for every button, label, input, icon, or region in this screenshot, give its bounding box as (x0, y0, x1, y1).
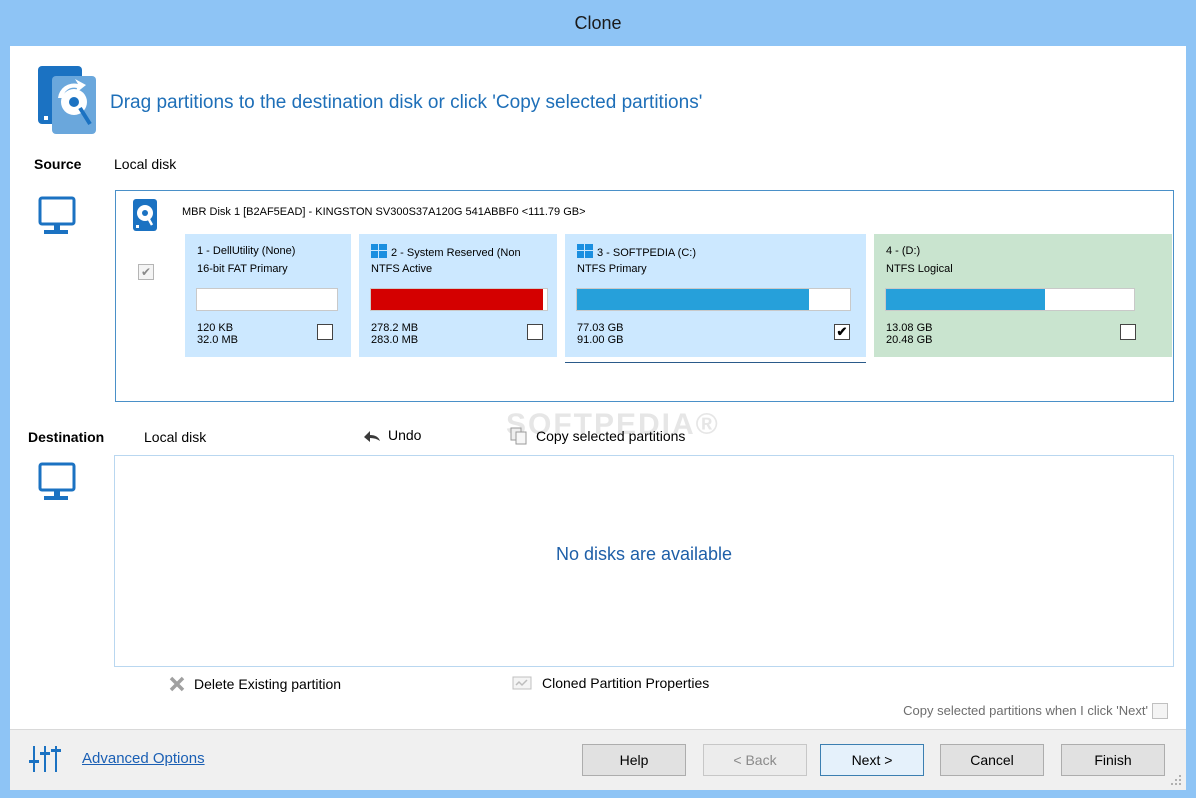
back-button[interactable]: < Back (703, 744, 807, 776)
partition-filesystem: 16-bit FAT Primary (197, 263, 288, 275)
computer-icon (38, 462, 76, 500)
delete-icon (169, 676, 185, 692)
partition-used-size: 77.03 GB (577, 322, 624, 334)
undo-icon (364, 431, 380, 442)
partition-usage-fill (577, 289, 810, 310)
windows-icon (577, 244, 593, 258)
undo-label: Undo (388, 427, 422, 443)
partition-used-size: 13.08 GB (886, 322, 933, 334)
partition-total-size: 283.0 MB (371, 334, 419, 346)
destination-type: Local disk (144, 429, 207, 445)
copy-on-next-checkbox[interactable] (1152, 703, 1168, 719)
partition-name: 1 - DellUtility (None) (197, 245, 296, 257)
properties-icon (512, 676, 532, 690)
computer-icon (38, 196, 76, 234)
delete-existing-label: Delete Existing partition (194, 676, 342, 692)
no-disks-message: No disks are available (555, 544, 733, 564)
partition-name: 3 - SOFTPEDIA (C:) (597, 247, 697, 259)
partition-total-size: 20.48 GB (886, 334, 933, 346)
partition-card[interactable]: 3 - SOFTPEDIA (C:) NTFS Primary 77.03 GB… (565, 234, 866, 357)
copy-selected-label: Copy selected partitions (536, 428, 686, 444)
partition-select-checkbox[interactable] (317, 324, 333, 340)
partition-total-size: 32.0 MB (197, 334, 238, 346)
partition-select-checkbox[interactable]: ✔ (834, 324, 850, 340)
partition-usage-bar (196, 288, 338, 311)
partition-card[interactable]: 2 - System Reserved (Non NTFS Active 278… (359, 234, 557, 357)
partition-used-size: 278.2 MB (371, 322, 419, 334)
undo-button[interactable]: Undo (362, 427, 421, 443)
partition-filesystem: NTFS Active (371, 263, 433, 275)
partition-total-size: 91.00 GB (577, 334, 624, 346)
advanced-options-link[interactable]: Advanced Options (82, 750, 205, 767)
partition-usage-bar (370, 288, 548, 311)
next-button[interactable]: Next > (820, 744, 924, 776)
copy-icon (510, 427, 527, 445)
partition-usage-bar (576, 288, 851, 311)
partition-card[interactable]: 4 - (D:) NTFS Logical 13.08 GB 20.48 GB (874, 234, 1172, 357)
select-disk-checkbox[interactable]: ✔ (138, 264, 154, 280)
destination-label: Destination (28, 429, 105, 445)
windows-icon (371, 244, 387, 258)
clone-disk-icon (38, 66, 96, 134)
partition-usage-bar (885, 288, 1135, 311)
sliders-icon (29, 746, 61, 772)
help-button[interactable]: Help (582, 744, 686, 776)
finish-button[interactable]: Finish (1061, 744, 1165, 776)
copy-selected-partitions-button[interactable]: Copy selected partitions (510, 427, 685, 445)
resize-grip-icon[interactable] (1170, 774, 1182, 786)
partition-filesystem: NTFS Primary (577, 263, 647, 275)
cancel-button[interactable]: Cancel (940, 744, 1044, 776)
partition-usage-fill (886, 289, 1045, 310)
copy-on-next-label: Copy selected partitions when I click 'N… (903, 703, 1148, 718)
cloned-partition-properties-button[interactable]: Cloned Partition Properties (512, 675, 709, 691)
partition-name: 4 - (D:) (886, 245, 921, 257)
source-type: Local disk (114, 156, 177, 172)
partition-used-size: 120 KB (197, 322, 234, 334)
disk-title: MBR Disk 1 [B2AF5EAD] - KINGSTON SV300S3… (182, 206, 586, 218)
partition-card[interactable]: 1 - DellUtility (None) 16-bit FAT Primar… (185, 234, 351, 357)
cloned-partition-properties-label: Cloned Partition Properties (542, 675, 710, 691)
clone-dialog: Drag partitions to the destination disk … (10, 46, 1186, 790)
partition-select-checkbox[interactable] (527, 324, 543, 340)
partition-usage-fill (371, 289, 544, 310)
partition-select-checkbox[interactable] (1120, 324, 1136, 340)
instruction-text: Drag partitions to the destination disk … (110, 92, 703, 113)
selected-partition-underline (565, 362, 866, 363)
window-title: Clone (0, 0, 1196, 46)
source-label: Source (34, 156, 82, 172)
partition-name: 2 - System Reserved (Non (391, 247, 521, 259)
disk-icon (133, 199, 157, 231)
partition-filesystem: NTFS Logical (886, 263, 953, 275)
delete-existing-partition-button[interactable]: Delete Existing partition (168, 675, 341, 693)
